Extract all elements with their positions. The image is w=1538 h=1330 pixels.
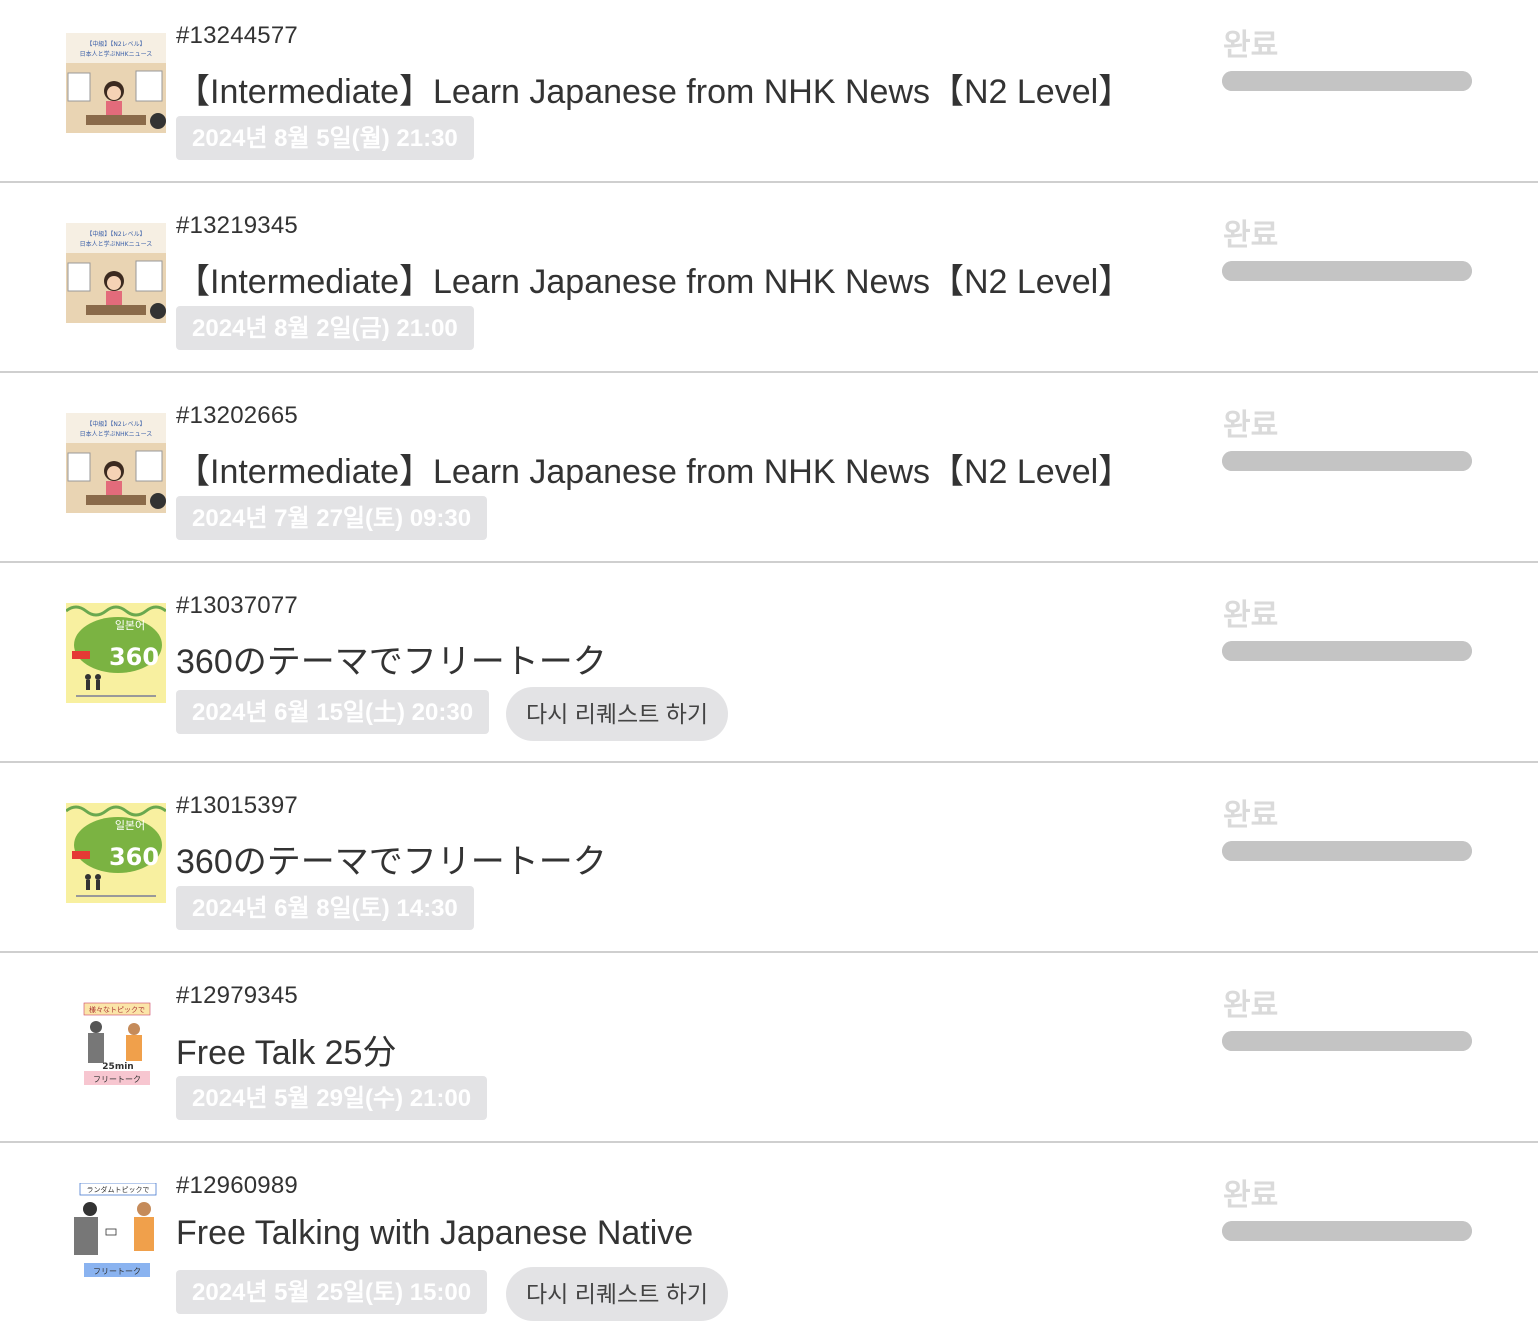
lesson-id: #12960989	[176, 1172, 298, 1199]
lesson-id: #13219345	[176, 212, 298, 239]
lesson-date-badge: 2024년 5월 25일(토) 15:00	[176, 1270, 488, 1314]
progress-bar	[1222, 641, 1472, 661]
progress-bar	[1222, 71, 1472, 91]
lesson-date-badge: 2024년 6월 8일(토) 14:30	[176, 886, 474, 930]
lesson-date-badge: 2024년 6월 15일(土) 20:30	[176, 690, 490, 734]
lesson-title[interactable]: 【Intermediate】Learn Japanese from NHK Ne…	[176, 64, 1132, 113]
status-label: 완료	[1223, 29, 1279, 62]
progress-fill	[1222, 261, 1472, 281]
lesson-title[interactable]: 【Intermediate】Learn Japanese from NHK Ne…	[176, 444, 1132, 493]
progress-bar	[1222, 1221, 1472, 1241]
svg-text:ランダムトピックで: ランダムトピックで	[87, 1185, 150, 1194]
lesson-date-badge: 2024년 7월 27일(토) 09:30	[176, 496, 488, 540]
lesson-date-badge: 2024년 8월 2일(금) 21:00	[176, 306, 474, 350]
svg-text:25min: 25min	[102, 1062, 133, 1072]
nhk-news-thumbnail[interactable]: 【中級】【N2レベル】 日本人と学ぶNHKニュース	[66, 33, 166, 133]
lesson-title[interactable]: Free Talk 25分	[176, 1025, 396, 1074]
progress-fill	[1222, 841, 1472, 861]
progress-bar	[1222, 451, 1472, 471]
progress-bar	[1222, 841, 1472, 861]
progress-fill	[1222, 641, 1472, 661]
lesson-id: #13202665	[176, 402, 298, 429]
lesson-title[interactable]: 360のテーマでフリートーク	[176, 634, 607, 683]
svg-text:【中級】【N2レベル】: 【中級】【N2レベル】	[86, 230, 145, 238]
lesson-id: #13015397	[176, 792, 298, 819]
lesson-row[interactable]: 【中級】【N2レベル】 日本人と学ぶNHKニュース #13219345 【Int…	[0, 183, 1538, 373]
svg-text:【中級】【N2レベル】: 【中級】【N2レベル】	[86, 420, 145, 428]
progress-fill	[1222, 71, 1472, 91]
progress-fill	[1222, 1221, 1472, 1241]
svg-text:【中級】【N2レベル】: 【中級】【N2レベル】	[86, 40, 145, 48]
svg-text:日本人と学ぶNHKニュース: 日本人と学ぶNHKニュース	[80, 430, 153, 438]
free-talk-360-thumbnail[interactable]: 일본어 360	[66, 803, 166, 903]
nhk-news-thumbnail[interactable]: 【中級】【N2レベル】 日本人と学ぶNHKニュース	[66, 223, 166, 323]
lesson-row[interactable]: 【中級】【N2レベル】 日本人と学ぶNHKニュース #13202665 【Int…	[0, 373, 1538, 563]
status-label: 완료	[1223, 219, 1279, 252]
status-label: 완료	[1223, 989, 1279, 1022]
status-label: 완료	[1223, 599, 1279, 632]
progress-fill	[1222, 451, 1472, 471]
status-label: 완료	[1223, 1179, 1279, 1212]
lesson-title[interactable]: 360のテーマでフリートーク	[176, 834, 607, 883]
free-talk-25min-thumbnail[interactable]: 様々なトピックで 25min フリートーク	[66, 993, 166, 1093]
free-talk-360-thumbnail[interactable]: 일본어 360	[66, 603, 166, 703]
lesson-row[interactable]: 일본어 360 #13015397 360のテーマでフリートーク 2024년 6…	[0, 763, 1538, 953]
svg-text:様々なトピックで: 様々なトピックで	[89, 1005, 145, 1014]
svg-text:フリートーク: フリートーク	[93, 1267, 141, 1276]
svg-text:일본어: 일본어	[115, 618, 145, 632]
status-label: 완료	[1223, 409, 1279, 442]
lesson-history-list: 【中級】【N2レベル】 日本人と学ぶNHKニュース #13244577 【Int…	[0, 0, 1538, 1330]
svg-text:日本人と学ぶNHKニュース: 日本人と学ぶNHKニュース	[80, 240, 153, 248]
progress-bar	[1222, 261, 1472, 281]
svg-text:フリートーク: フリートーク	[93, 1075, 141, 1084]
rerequest-button[interactable]: 다시 리퀘스트 하기	[506, 1267, 729, 1321]
lesson-date-badge: 2024년 5월 29일(수) 21:00	[176, 1076, 488, 1120]
lesson-date-badge: 2024년 8월 5일(월) 21:30	[176, 116, 474, 160]
lesson-id: #13244577	[176, 22, 298, 49]
lesson-id: #13037077	[176, 592, 298, 619]
svg-text:日本人と学ぶNHKニュース: 日本人と学ぶNHKニュース	[80, 50, 153, 58]
rerequest-button[interactable]: 다시 리퀘스트 하기	[506, 687, 729, 741]
free-talking-native-thumbnail[interactable]: ランダムトピックで フリートーク	[66, 1183, 166, 1283]
svg-text:360: 360	[109, 843, 159, 871]
lesson-row[interactable]: 일본어 360 #13037077 360のテーマでフリートーク 2024년 6…	[0, 563, 1538, 763]
svg-text:360: 360	[109, 643, 159, 671]
progress-bar	[1222, 1031, 1472, 1051]
lesson-row[interactable]: ランダムトピックで フリートーク #12960989 Free Talking …	[0, 1143, 1538, 1330]
nhk-news-thumbnail[interactable]: 【中級】【N2レベル】 日本人と学ぶNHKニュース	[66, 413, 166, 513]
svg-text:일본어: 일본어	[115, 818, 145, 832]
lesson-title[interactable]: Free Talking with Japanese Native	[176, 1214, 693, 1253]
progress-fill	[1222, 1031, 1472, 1051]
lesson-row[interactable]: 様々なトピックで 25min フリートーク #12979345 Free Tal…	[0, 953, 1538, 1143]
status-label: 완료	[1223, 799, 1279, 832]
lesson-row[interactable]: 【中級】【N2レベル】 日本人と学ぶNHKニュース #13244577 【Int…	[0, 0, 1538, 183]
lesson-id: #12979345	[176, 982, 298, 1009]
lesson-title[interactable]: 【Intermediate】Learn Japanese from NHK Ne…	[176, 254, 1132, 303]
